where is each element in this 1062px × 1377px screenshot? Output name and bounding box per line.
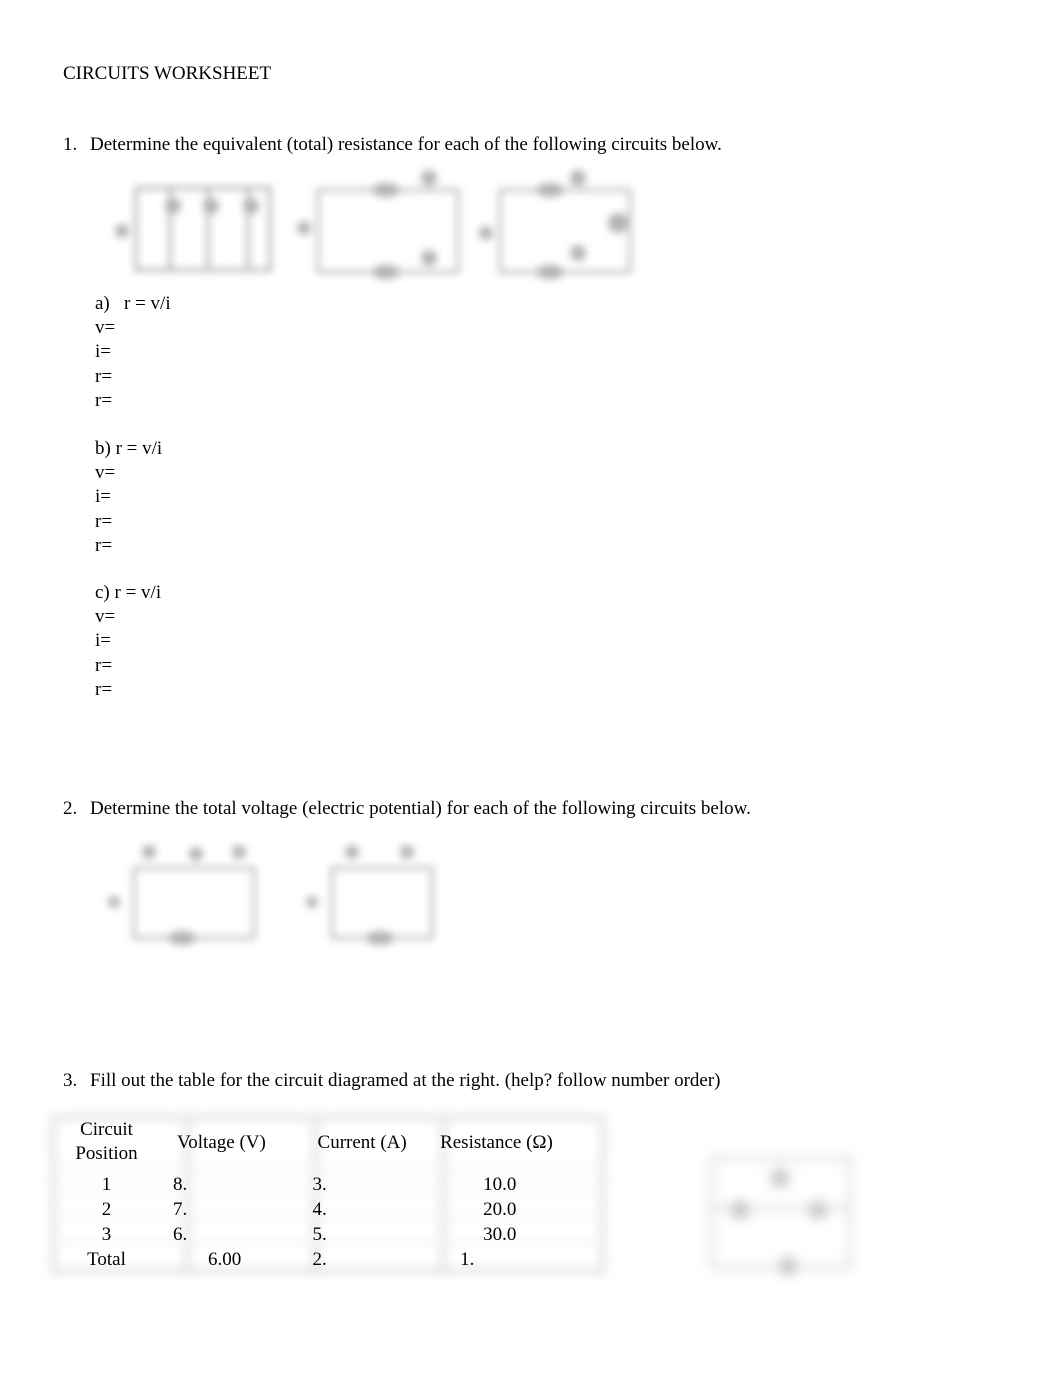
worksheet-title: CIRCUITS WORKSHEET — [63, 63, 272, 84]
table-circuit-diagram — [700, 1138, 860, 1294]
cell-position: 2 — [101, 1198, 112, 1220]
question-3-number: 3. — [63, 1070, 78, 1091]
part-a-r-line: r= — [95, 389, 113, 411]
table-header-row: Circuit Position Voltage (V) Current (A)… — [50, 1114, 606, 1172]
cell-resistance: 10.0 — [483, 1173, 517, 1195]
part-b-r-line: r= — [95, 510, 113, 532]
question-2: 2. Determine the total voltage (electric … — [63, 798, 751, 820]
circuit-table-container: Circuit Position Voltage (V) Current (A)… — [50, 1114, 606, 1274]
part-b-v-line: v= — [95, 462, 116, 484]
part-a: a) r = v/i v= i= r= r= — [95, 292, 171, 413]
header-voltage: Voltage (V) — [177, 1132, 266, 1153]
question-2-text: Determine the total voltage (electric po… — [90, 798, 751, 819]
cell-voltage: 6.00 — [208, 1248, 242, 1270]
cell-voltage[interactable]: 8. — [163, 1172, 306, 1197]
part-c-r-line: r= — [95, 654, 113, 676]
part-c-v-line: v= — [95, 606, 116, 628]
cell-current[interactable]: 2. — [306, 1247, 424, 1272]
part-b: b) r = v/i v= i= r= r= — [95, 437, 162, 558]
cell-position: 1 — [101, 1173, 112, 1195]
question-3-text: Fill out the table for the circuit diagr… — [90, 1070, 721, 1091]
cell-resistance[interactable]: 1. — [423, 1247, 606, 1272]
part-c-r-line: r= — [95, 678, 113, 700]
cell-resistance: 20.0 — [483, 1198, 517, 1220]
three-resistor-circuit-diagram — [104, 840, 264, 956]
part-a-r-line: r= — [95, 365, 113, 387]
part-b-r-line: r= — [95, 534, 113, 556]
combination-circuit-diagram — [478, 168, 648, 289]
table-row: 2 7. 4. 20.0 — [50, 1197, 606, 1222]
cell-position: 3 — [101, 1223, 112, 1245]
cell-voltage[interactable]: 6. — [163, 1222, 306, 1247]
table-row: 3 6. 5. 30.0 — [50, 1222, 606, 1247]
header-current: Current (A) — [317, 1132, 407, 1153]
series-circuit-diagram — [296, 168, 466, 289]
header-circuit-position: Circuit Position — [50, 1114, 163, 1172]
question-3: 3. Fill out the table for the circuit dia… — [63, 1070, 721, 1092]
cell-current[interactable]: 4. — [306, 1197, 424, 1222]
parallel-circuit-diagram — [108, 176, 278, 282]
part-b-header: b) r = v/i — [95, 438, 163, 459]
part-b-i-line: i= — [95, 486, 111, 508]
part-a-header: a) r = v/i — [95, 293, 171, 314]
header-position-label: Position — [75, 1143, 138, 1164]
question-1-number: 1. — [63, 134, 78, 155]
cell-current[interactable]: 3. — [306, 1172, 424, 1197]
part-a-i-line: i= — [95, 341, 111, 363]
cell-resistance: 30.0 — [483, 1223, 517, 1245]
header-resistance: Resistance (Ω) — [440, 1132, 553, 1153]
table-row: 1 8. 3. 10.0 — [50, 1172, 606, 1197]
two-resistor-circuit-diagram — [302, 840, 442, 956]
cell-current[interactable]: 5. — [306, 1222, 424, 1247]
header-circuit-label: Circuit — [80, 1119, 133, 1140]
question-1-text: Determine the equivalent (total) resista… — [90, 134, 722, 155]
cell-voltage[interactable]: 7. — [163, 1197, 306, 1222]
circuit-table: Circuit Position Voltage (V) Current (A)… — [50, 1114, 606, 1272]
cell-position: Total — [87, 1248, 126, 1270]
part-c-i-line: i= — [95, 630, 111, 652]
part-c-header: c) r = v/i — [95, 582, 162, 603]
part-a-v-line: v= — [95, 317, 116, 339]
question-1: 1. Determine the equivalent (total) resis… — [63, 134, 722, 156]
table-row-total: Total 6.00 2. 1. — [50, 1247, 606, 1272]
part-c: c) r = v/i v= i= r= r= — [95, 581, 161, 702]
question-2-number: 2. — [63, 798, 78, 819]
